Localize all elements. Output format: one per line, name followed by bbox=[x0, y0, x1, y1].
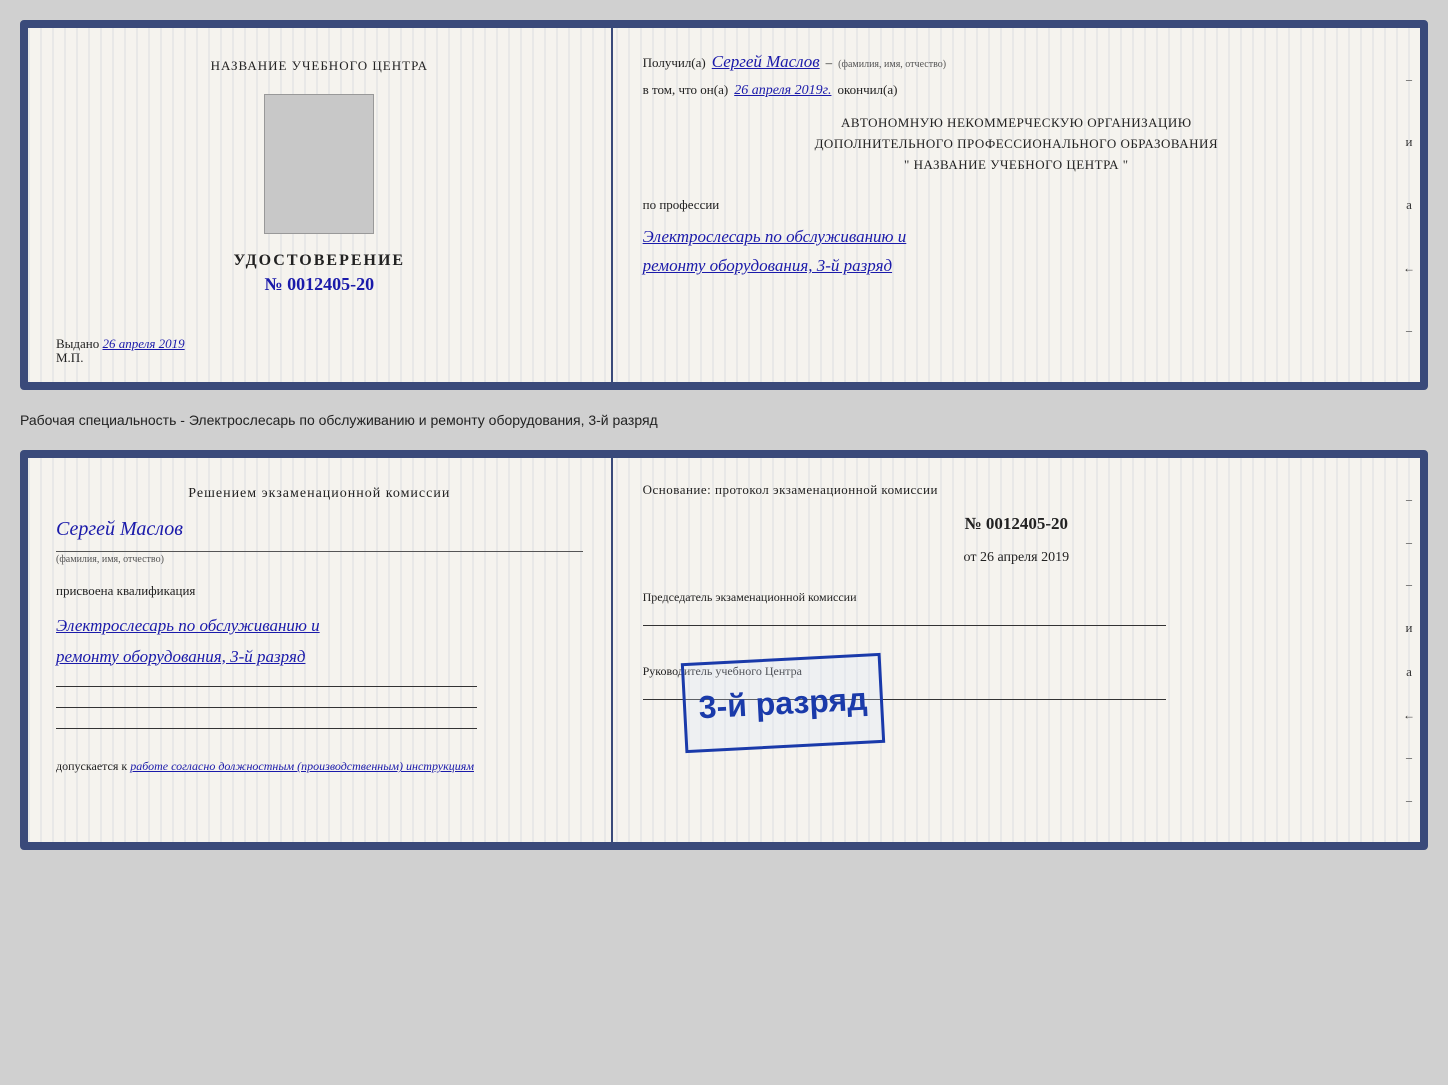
cert-number: № 0012405-20 bbox=[265, 274, 375, 295]
issued-prefix: Выдано bbox=[56, 336, 99, 351]
cert-no-prefix: № bbox=[265, 274, 283, 294]
profession-line2: ремонту оборудования, 3-й разряд bbox=[643, 256, 892, 275]
stamp-box: 3-й разряд bbox=[680, 653, 884, 753]
org-block: АВТОНОМНУЮ НЕКОММЕРЧЕСКУЮ ОРГАНИЗАЦИЮ ДО… bbox=[643, 113, 1390, 175]
date-prefix: в том, что он(а) bbox=[643, 82, 729, 98]
protocol-date-value: 26 апреля 2019 bbox=[980, 550, 1069, 565]
dash-symbol: – bbox=[826, 55, 833, 71]
protocol-date: от 26 апреля 2019 bbox=[643, 550, 1390, 566]
recipient-sublabel: (фамилия, имя, отчество) bbox=[838, 59, 946, 70]
top-certificate-card: НАЗВАНИЕ УЧЕБНОГО ЦЕНТРА УДОСТОВЕРЕНИЕ №… bbox=[20, 20, 1428, 390]
cert-left-panel: НАЗВАНИЕ УЧЕБНОГО ЦЕНТРА УДОСТОВЕРЕНИЕ №… bbox=[28, 28, 613, 382]
date-value: 26 апреля 2019г. bbox=[734, 83, 831, 99]
cert-right-panel: Получил(а) Сергей Маслов – (фамилия, имя… bbox=[613, 28, 1420, 382]
decision-title: Решением экзаменационной комиссии bbox=[56, 486, 583, 502]
qual-handwritten: Электрослесарь по обслуживанию и ремонту… bbox=[56, 611, 583, 672]
date-from-prefix: от bbox=[964, 550, 977, 565]
protocol-number: № 0012405-20 bbox=[643, 514, 1390, 534]
bottom-right-panel: Основание: протокол экзаменационной коми… bbox=[613, 458, 1420, 842]
recipient-name: Сергей Маслов bbox=[712, 52, 820, 72]
right-dashes-top: – и а ← – bbox=[1398, 28, 1420, 382]
profession-handwritten: Электрослесарь по обслуживанию и ремонту… bbox=[643, 223, 1390, 281]
cert-number-value: 0012405-20 bbox=[287, 274, 374, 294]
signature-line-1 bbox=[56, 686, 477, 687]
cert-label: УДОСТОВЕРЕНИЕ bbox=[234, 252, 406, 270]
qual-assigned: присвоена квалификация bbox=[56, 583, 583, 599]
profession-prefix: по профессии bbox=[643, 197, 1390, 213]
org-line2: ДОПОЛНИТЕЛЬНОГО ПРОФЕССИОНАЛЬНОГО ОБРАЗО… bbox=[643, 134, 1390, 155]
specialty-text: Рабочая специальность - Электрослесарь п… bbox=[20, 408, 1428, 432]
chairman-label: Председатель экзаменационной комиссии bbox=[643, 590, 1390, 605]
allowed-text: допускается к работе согласно должностны… bbox=[56, 759, 583, 774]
signature-line-3 bbox=[56, 728, 477, 729]
date-line: в том, что он(а) 26 апреля 2019г. окончи… bbox=[643, 82, 1390, 99]
recipient-line: Получил(а) Сергей Маслов – (фамилия, имя… bbox=[643, 52, 1390, 72]
photo-placeholder bbox=[264, 94, 374, 234]
person-name-large: Сергей Маслов bbox=[56, 518, 583, 541]
stamp-text: 3-й разряд bbox=[697, 680, 867, 726]
basis-label: Основание: протокол экзаменационной коми… bbox=[643, 482, 1390, 498]
qual-line2: ремонту оборудования, 3-й разряд bbox=[56, 647, 305, 666]
allowed-prefix: допускается к bbox=[56, 759, 127, 773]
qual-line1: Электрослесарь по обслуживанию и bbox=[56, 616, 320, 635]
org-line1: АВТОНОМНУЮ НЕКОММЕРЧЕСКУЮ ОРГАНИЗАЦИЮ bbox=[643, 113, 1390, 134]
right-dashes-bottom: – – – и а ← – – bbox=[1398, 458, 1420, 842]
allowed-handwritten-text: работе согласно должностным (производств… bbox=[130, 759, 474, 773]
chairman-sig-line bbox=[643, 625, 1166, 626]
person-sublabel: (фамилия, имя, отчество) bbox=[56, 551, 583, 565]
org-line3: " НАЗВАНИЕ УЧЕБНОГО ЦЕНТРА " bbox=[643, 155, 1390, 176]
profession-line1: Электрослесарь по обслуживанию и bbox=[643, 227, 907, 246]
bottom-left-panel: Решением экзаменационной комиссии Сергей… bbox=[28, 458, 613, 842]
signature-line-2 bbox=[56, 707, 477, 708]
date-suffix: окончил(а) bbox=[837, 82, 897, 98]
bottom-certificate-card: Решением экзаменационной комиссии Сергей… bbox=[20, 450, 1428, 850]
mp-label: М.П. bbox=[56, 350, 83, 366]
issued-date: 26 апреля 2019 bbox=[103, 336, 185, 351]
org-title-top: НАЗВАНИЕ УЧЕБНОГО ЦЕНТРА bbox=[211, 58, 428, 74]
received-prefix: Получил(а) bbox=[643, 55, 706, 71]
issued-line: Выдано 26 апреля 2019 bbox=[56, 336, 583, 352]
